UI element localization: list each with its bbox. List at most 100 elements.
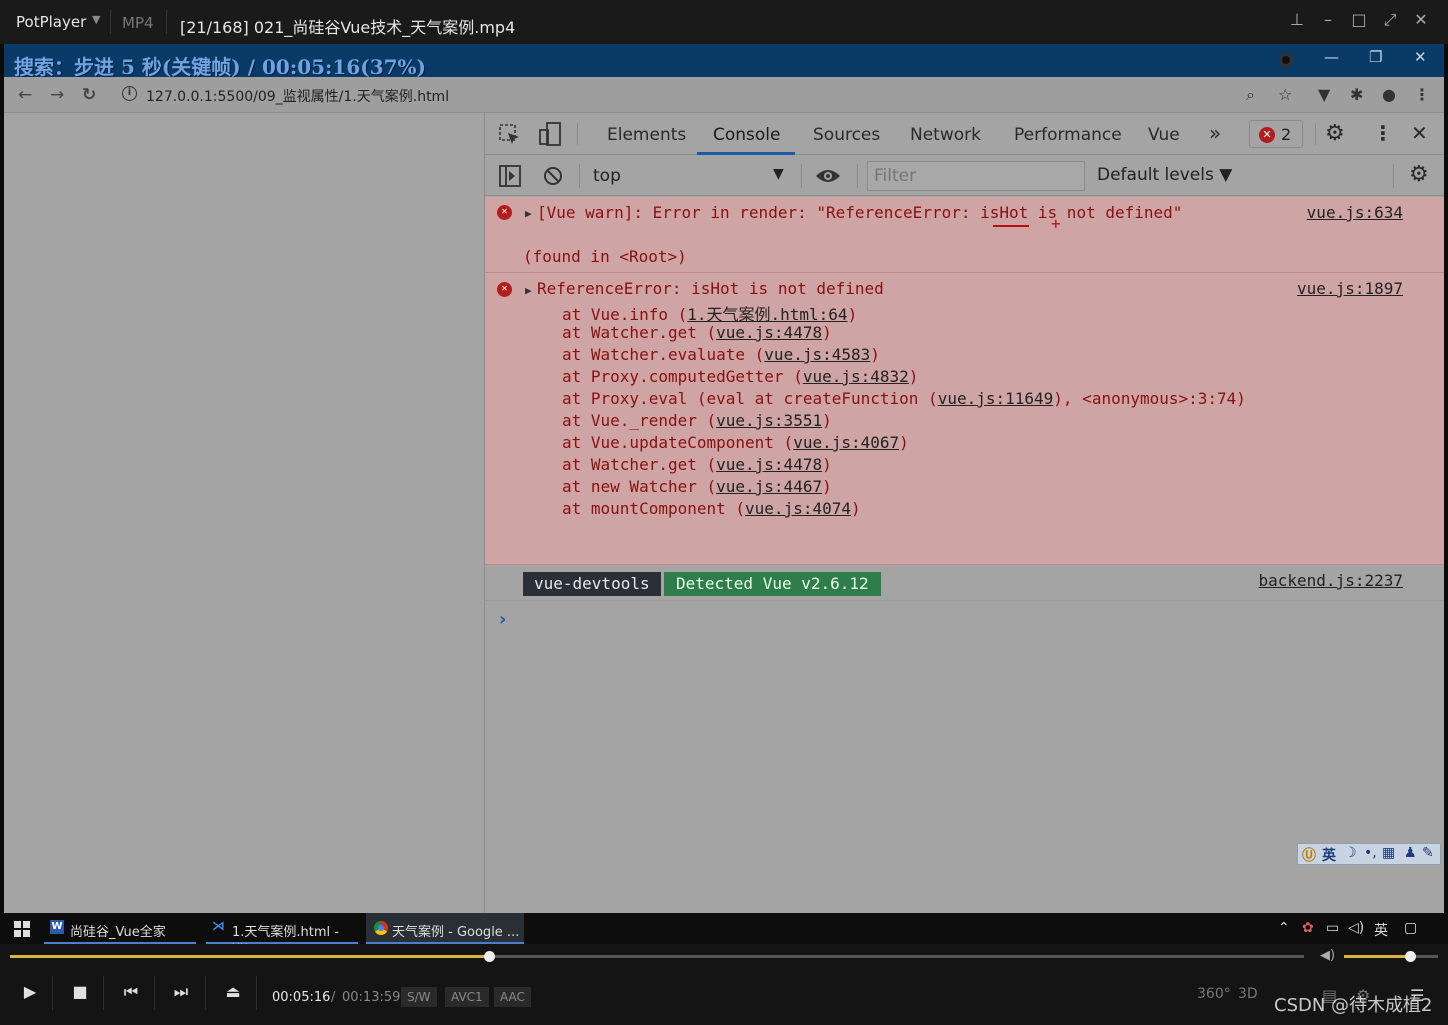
tab-elements[interactable]: Elements: [607, 125, 686, 145]
stack-frame-link[interactable]: vue.js:4583: [764, 345, 870, 364]
browser-close-icon[interactable]: ✕: [1414, 48, 1427, 66]
player-app-name[interactable]: PotPlayer: [16, 13, 86, 31]
tab-vue[interactable]: Vue: [1148, 125, 1180, 145]
tab-network[interactable]: Network: [910, 125, 981, 145]
wrench-icon[interactable]: ✎: [1422, 845, 1434, 861]
devtools-source-link[interactable]: backend.js:2237: [1259, 571, 1404, 590]
clear-console-icon[interactable]: [543, 166, 563, 186]
tag-sw[interactable]: S/W: [401, 987, 437, 1007]
seek-bar-fill: [10, 955, 489, 958]
tray-app-icon[interactable]: ✿: [1302, 920, 1314, 936]
minimize-icon[interactable]: –: [1315, 10, 1341, 34]
control-divider: [205, 976, 206, 1010]
volume-slider[interactable]: [1344, 951, 1438, 962]
more-tabs-icon[interactable]: »: [1209, 121, 1221, 145]
stack-frame-link[interactable]: vue.js:3551: [716, 411, 822, 430]
3d-button[interactable]: 3D: [1238, 986, 1258, 1002]
next-icon[interactable]: ⏭: [166, 982, 196, 1002]
volume-speaker-icon[interactable]: ◀): [1320, 948, 1335, 963]
play-icon[interactable]: ▶: [15, 982, 45, 1001]
context-selector[interactable]: top: [593, 166, 621, 186]
settings-gear-icon[interactable]: ⚙: [1325, 121, 1345, 146]
sidebar-toggle-icon[interactable]: [499, 165, 521, 187]
previous-icon[interactable]: ⏮: [116, 982, 146, 1002]
tray-ime-label[interactable]: 英: [1374, 920, 1388, 940]
stack-frame-text: ): [822, 477, 832, 496]
player-menu-chevron-icon[interactable]: ▼: [92, 13, 100, 26]
tag-codec-video[interactable]: AVC1: [445, 987, 489, 1007]
extensions-puzzle-icon[interactable]: ✱: [1350, 85, 1363, 104]
zoom-icon[interactable]: ⌕: [1246, 85, 1255, 105]
stack-frame: at Watcher.get (vue.js:4478): [562, 323, 832, 342]
tray-volume-icon[interactable]: ◁): [1348, 920, 1364, 936]
tab-sources[interactable]: Sources: [813, 125, 880, 145]
stop-icon[interactable]: ■: [65, 982, 95, 1001]
devtools-menu-icon[interactable]: ⋮: [1373, 121, 1393, 145]
warn-source-link[interactable]: vue.js:634: [1307, 203, 1403, 222]
pin-icon[interactable]: ⊥: [1284, 10, 1310, 34]
player-close-icon[interactable]: ✕: [1408, 10, 1434, 34]
user-icon[interactable]: ♟: [1404, 845, 1417, 861]
tray-chevron-up-icon[interactable]: ⌃: [1278, 920, 1290, 936]
time-separator: /: [331, 990, 336, 1005]
devtools-close-icon[interactable]: ✕: [1411, 121, 1428, 145]
reload-icon[interactable]: ↻: [82, 85, 96, 105]
browser-restore-icon[interactable]: ❐: [1369, 48, 1382, 66]
context-dropdown-icon[interactable]: ▼: [773, 166, 784, 182]
punctuation-icon[interactable]: •,: [1364, 845, 1377, 861]
tab-divider: [577, 123, 578, 145]
tag-codec-audio[interactable]: AAC: [494, 987, 531, 1007]
maximize-icon[interactable]: □: [1346, 10, 1372, 34]
tab-console[interactable]: Console: [713, 125, 781, 145]
console-settings-gear-icon[interactable]: ⚙: [1409, 162, 1429, 187]
bookmark-star-icon[interactable]: ☆: [1278, 85, 1292, 104]
stack-frame-link[interactable]: vue.js:4067: [793, 433, 899, 452]
taskbar-item-chrome[interactable]: 天气案例 - Google ...: [366, 913, 524, 944]
console-filter-input[interactable]: [867, 161, 1085, 191]
error-count-badge[interactable]: ✕ 2: [1249, 120, 1303, 148]
console-prompt[interactable]: ›: [499, 609, 506, 630]
seek-bar[interactable]: [10, 951, 1304, 962]
tray-notification-icon[interactable]: ▢: [1404, 920, 1417, 936]
stack-frame-link[interactable]: vue.js:4074: [745, 499, 851, 518]
browser-menu-icon[interactable]: ⋮: [1414, 85, 1430, 104]
vue-extension-icon[interactable]: ▼: [1318, 85, 1330, 104]
stack-frame-link[interactable]: vue.js:11649: [938, 389, 1054, 408]
stack-frame-link[interactable]: vue.js:4478: [716, 323, 822, 342]
warn-text[interactable]: [Vue warn]: Error in render: "ReferenceE…: [537, 203, 1182, 222]
log-levels-dropdown[interactable]: Default levels ▼: [1097, 165, 1232, 185]
ime-lang-label[interactable]: 英: [1322, 845, 1336, 865]
expand-triangle-icon[interactable]: ▶: [525, 207, 532, 220]
expand-triangle-icon[interactable]: ▶: [525, 284, 532, 297]
tab-performance[interactable]: Performance: [1014, 125, 1122, 145]
tray-network-icon[interactable]: ▭: [1326, 920, 1339, 936]
profile-avatar-icon[interactable]: ●: [1382, 85, 1396, 104]
back-icon[interactable]: ←: [18, 85, 32, 105]
error-text[interactable]: ReferenceError: isHot is not defined: [537, 279, 884, 298]
vr-360-button[interactable]: 360°: [1197, 986, 1231, 1002]
stack-frame-link[interactable]: vue.js:4478: [716, 455, 822, 474]
inspect-element-icon[interactable]: [499, 124, 521, 146]
volume-handle[interactable]: [1404, 951, 1416, 962]
error-source-link[interactable]: vue.js:1897: [1297, 279, 1403, 298]
stack-frame-link[interactable]: 1.天气案例.html:64: [687, 305, 847, 324]
stack-frame-link[interactable]: vue.js:4467: [716, 477, 822, 496]
live-expression-eye-icon[interactable]: [815, 167, 841, 185]
taskbar-item-vscode[interactable]: ⋊ 1.天气案例.html - vu...: [206, 913, 358, 955]
url-field[interactable]: 127.0.0.1:5500/09_监视属性/1.天气案例.html: [146, 86, 449, 106]
site-info-icon[interactable]: i: [122, 86, 137, 101]
taskbar-item-word[interactable]: W 尚硅谷_Vue全家桶.d...: [44, 913, 196, 959]
stack-frame-link[interactable]: vue.js:4832: [803, 367, 909, 386]
eject-icon[interactable]: ⏏: [218, 982, 248, 1001]
keyboard-icon[interactable]: ▦: [1382, 845, 1395, 861]
seek-handle[interactable]: [483, 951, 495, 962]
browser-minimize-icon[interactable]: —: [1324, 48, 1339, 66]
stack-frame: at Watcher.evaluate (vue.js:4583): [562, 345, 880, 364]
forward-icon[interactable]: →: [50, 85, 64, 105]
ime-toolbar[interactable]: Ⓤ 英 ☽ •, ▦ ♟ ✎: [1297, 843, 1441, 865]
windows-start-icon[interactable]: [14, 921, 30, 937]
stack-frame: at new Watcher (vue.js:4467): [562, 477, 832, 496]
fullscreen-icon[interactable]: ⤢: [1377, 10, 1403, 34]
device-toolbar-icon[interactable]: [539, 122, 563, 148]
moon-icon[interactable]: ☽: [1344, 845, 1357, 861]
